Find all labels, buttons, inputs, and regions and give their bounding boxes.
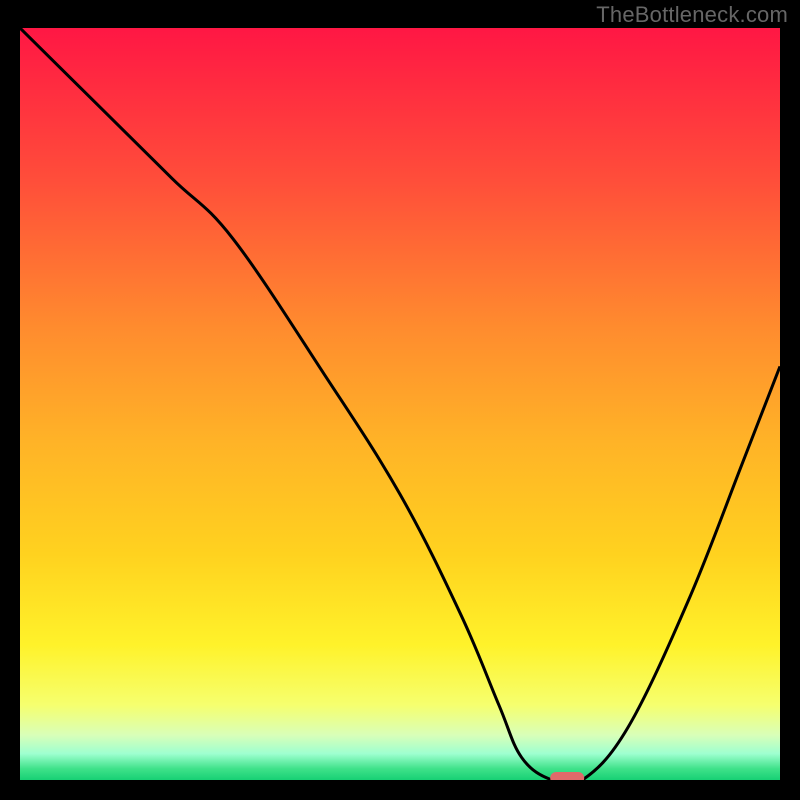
bottleneck-curve <box>20 28 780 780</box>
curve-layer <box>20 28 780 780</box>
plot-area <box>20 28 780 780</box>
chart-container: TheBottleneck.com <box>0 0 800 800</box>
watermark-text: TheBottleneck.com <box>596 2 788 28</box>
optimum-marker <box>550 772 584 780</box>
